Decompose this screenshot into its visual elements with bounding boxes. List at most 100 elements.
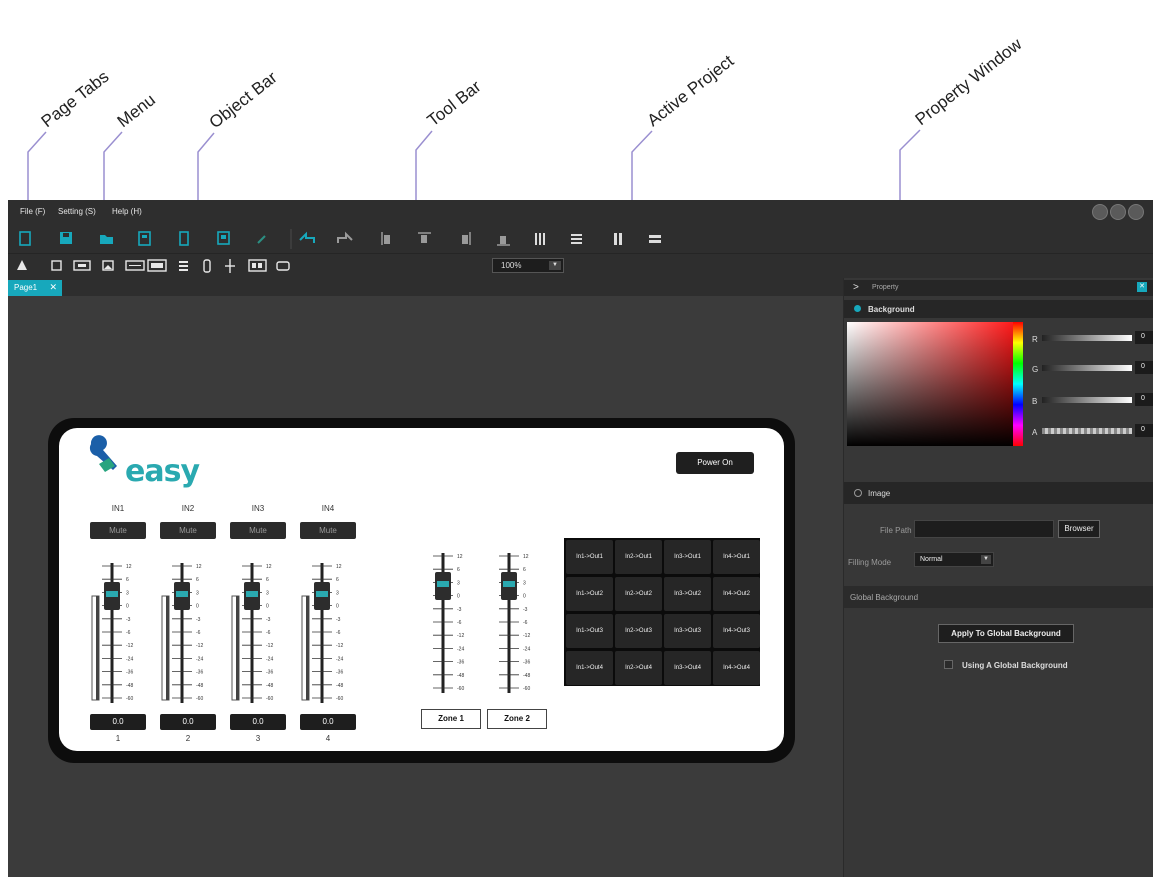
spinbox-icon[interactable]: [248, 259, 267, 272]
align-left-icon[interactable]: [381, 232, 390, 245]
pointer-icon[interactable]: [17, 260, 27, 270]
matrix-cell[interactable]: In1->Out2: [566, 577, 613, 611]
channel-g-slider[interactable]: [1042, 365, 1132, 371]
mute-button[interactable]: Mute: [90, 522, 146, 539]
filling-mode-select[interactable]: Normal ▼: [914, 552, 994, 567]
radio-unselected-icon[interactable]: [854, 489, 862, 497]
matrix-cell[interactable]: In4->Out3: [713, 614, 760, 648]
slider-icon[interactable]: [203, 259, 211, 273]
zone-fader[interactable]: 12 6 3 0 -3 -6 -12 -24 -36 -48 -60: [421, 548, 481, 698]
distribute-horizontal-icon[interactable]: [535, 233, 545, 245]
matrix-cell[interactable]: In2->Out1: [615, 540, 662, 574]
matrix-cell[interactable]: In2->Out2: [615, 577, 662, 611]
input-fader[interactable]: 12 6 3 0 -3 -6 -12 -24 -36 -48 -60: [230, 558, 290, 708]
open-folder-icon[interactable]: [100, 235, 113, 244]
close-icon[interactable]: ✕: [49, 282, 57, 293]
fader-scale-label: 3: [336, 590, 339, 596]
channel-r-value[interactable]: 0: [1135, 331, 1153, 344]
channel-a-value[interactable]: 0: [1135, 424, 1153, 437]
matrix-cell[interactable]: In1->Out1: [566, 540, 613, 574]
hue-strip[interactable]: [1013, 322, 1023, 446]
close-window-button[interactable]: [1128, 204, 1144, 220]
tablet-icon[interactable]: [138, 231, 151, 246]
zone-fader[interactable]: 12 6 3 0 -3 -6 -12 -24 -36 -48 -60: [487, 548, 547, 698]
minimize-button[interactable]: [1092, 204, 1108, 220]
save-icon[interactable]: [60, 232, 72, 244]
background-section-header[interactable]: Background: [844, 300, 1153, 318]
list-icon[interactable]: [179, 261, 188, 271]
mute-button[interactable]: Mute: [300, 522, 356, 539]
align-right-icon[interactable]: [462, 232, 471, 245]
matrix-cell[interactable]: In1->Out4: [566, 651, 613, 685]
input-fader[interactable]: 12 6 3 0 -3 -6 -12 -24 -36 -48 -60: [90, 558, 150, 708]
channel-a-slider[interactable]: [1042, 428, 1132, 434]
channel-b-slider[interactable]: [1042, 397, 1132, 403]
zoom-select[interactable]: 100% ▼: [492, 258, 564, 273]
matrix-cell[interactable]: In4->Out1: [713, 540, 760, 574]
file-path-input[interactable]: [914, 520, 1054, 538]
chevron-right-icon[interactable]: >: [853, 282, 859, 293]
label-icon[interactable]: [51, 260, 62, 271]
maximize-button[interactable]: [1110, 204, 1126, 220]
export-icon[interactable]: [217, 231, 230, 245]
matrix-cell[interactable]: In3->Out2: [664, 577, 711, 611]
phone-icon[interactable]: [179, 231, 189, 246]
new-page-icon[interactable]: [19, 231, 31, 246]
chevron-down-icon[interactable]: ▼: [981, 555, 991, 564]
matrix-cell[interactable]: In3->Out3: [664, 614, 711, 648]
fader-scale-label: 6: [266, 577, 269, 583]
fader-icon[interactable]: [225, 259, 235, 273]
pin-icon[interactable]: ✕: [1137, 282, 1147, 292]
use-global-background-checkbox[interactable]: [944, 660, 953, 669]
channel-g-value[interactable]: 0: [1135, 361, 1153, 374]
menu-file[interactable]: File (F): [20, 207, 45, 216]
align-top-icon[interactable]: [418, 232, 431, 243]
panel-icon[interactable]: [276, 261, 290, 271]
image-icon[interactable]: [102, 260, 114, 271]
matrix-cell[interactable]: In4->Out4: [713, 651, 760, 685]
undo-icon[interactable]: [299, 231, 315, 243]
channel-b-value[interactable]: 0: [1135, 393, 1153, 406]
redo-icon[interactable]: [337, 231, 353, 243]
textbox-icon[interactable]: [125, 260, 145, 271]
chevron-down-icon[interactable]: ▼: [549, 261, 561, 270]
fader-scale-label: 0: [266, 604, 269, 610]
menu-setting[interactable]: Setting (S): [58, 207, 96, 216]
filling-mode-label: Filling Mode: [848, 558, 892, 567]
fader-scale-label: 12: [266, 564, 272, 570]
matrix-cell[interactable]: In4->Out2: [713, 577, 760, 611]
fader-scale-label: 0: [336, 604, 339, 610]
same-height-icon[interactable]: [649, 235, 661, 243]
matrix-cell[interactable]: In2->Out4: [615, 651, 662, 685]
input-fader[interactable]: 12 6 3 0 -3 -6 -12 -24 -36 -48 -60: [300, 558, 360, 708]
button-icon[interactable]: [73, 260, 91, 271]
fader-scale-label: 6: [523, 567, 526, 573]
power-on-button[interactable]: Power On: [676, 452, 754, 474]
input-fader[interactable]: 12 6 3 0 -3 -6 -12 -24 -36 -48 -60: [160, 558, 220, 708]
clear-icon[interactable]: [257, 235, 266, 244]
matrix-cell[interactable]: In3->Out4: [664, 651, 711, 685]
zone-1-button[interactable]: Zone 1: [421, 709, 481, 729]
mute-button[interactable]: Mute: [160, 522, 216, 539]
distribute-vertical-icon[interactable]: [571, 234, 582, 244]
zone-2-button[interactable]: Zone 2: [487, 709, 547, 729]
apply-global-background-button[interactable]: Apply To Global Background: [938, 624, 1074, 643]
menu-help[interactable]: Help (H): [112, 207, 142, 216]
tab-page1[interactable]: Page1 ✕: [8, 280, 62, 296]
matrix-cell[interactable]: In1->Out3: [566, 614, 613, 648]
browser-button[interactable]: Browser: [1058, 520, 1100, 538]
radio-selected-icon[interactable]: [854, 305, 861, 312]
color-saturation-area[interactable]: [847, 322, 1013, 446]
channel-number: 2: [185, 734, 191, 743]
align-bottom-icon[interactable]: [497, 236, 510, 246]
toggle-icon[interactable]: [147, 259, 167, 272]
channel-r-slider[interactable]: [1042, 335, 1132, 341]
global-background-header: Global Background: [844, 586, 1153, 608]
mute-button[interactable]: Mute: [230, 522, 286, 539]
fader-scale-label: 0: [196, 604, 199, 610]
matrix-cell[interactable]: In3->Out1: [664, 540, 711, 574]
same-width-icon[interactable]: [614, 233, 622, 245]
image-section-header[interactable]: Image: [844, 482, 1153, 504]
matrix-cell[interactable]: In2->Out3: [615, 614, 662, 648]
fader-scale-label: -36: [523, 660, 530, 666]
